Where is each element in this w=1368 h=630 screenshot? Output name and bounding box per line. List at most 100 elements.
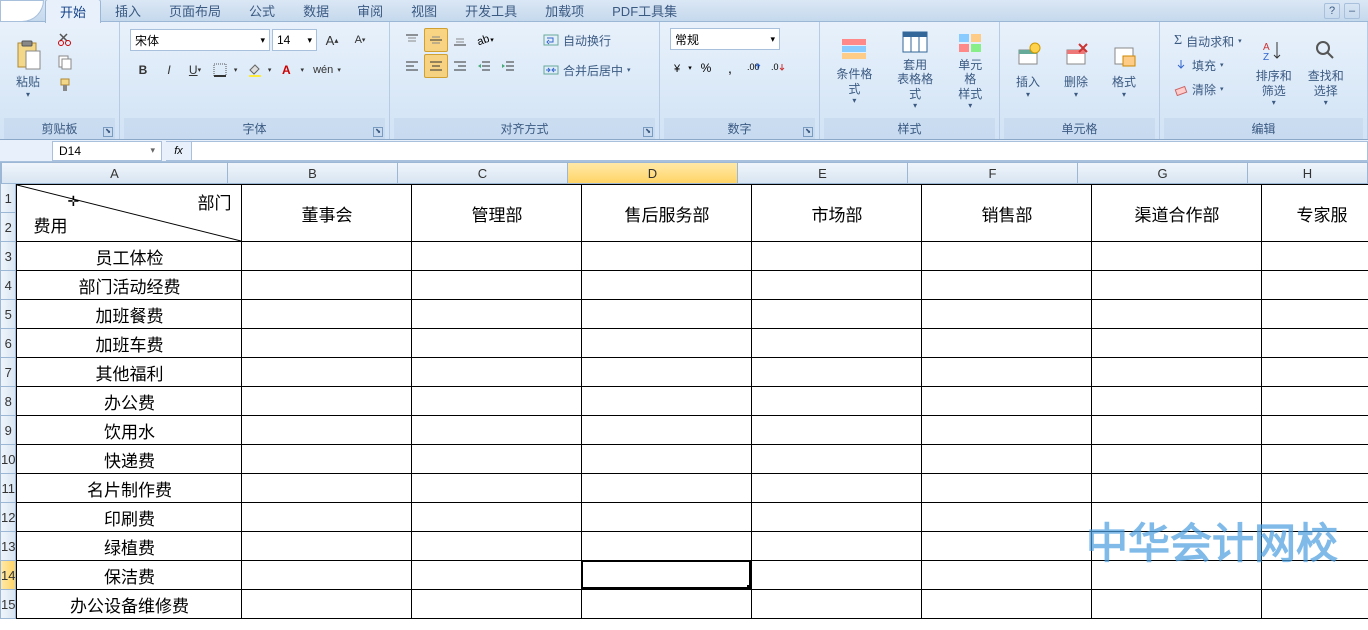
data-cell[interactable] xyxy=(1092,300,1262,329)
data-cell[interactable] xyxy=(1262,561,1368,590)
decrease-indent-button[interactable] xyxy=(472,54,496,78)
data-cell[interactable] xyxy=(1262,474,1368,503)
data-cell[interactable] xyxy=(1262,590,1368,619)
dept-header-cell[interactable]: 销售部 xyxy=(922,184,1092,242)
row-header-3[interactable]: 3 xyxy=(0,242,16,271)
data-cell[interactable] xyxy=(1092,387,1262,416)
row-header-2[interactable]: 2 xyxy=(0,213,16,242)
data-cell[interactable] xyxy=(582,445,752,474)
data-cell[interactable] xyxy=(582,300,752,329)
row-header-6[interactable]: 6 xyxy=(0,329,16,358)
data-cell[interactable] xyxy=(1262,416,1368,445)
align-middle-button[interactable] xyxy=(424,28,448,52)
data-cell[interactable] xyxy=(412,416,582,445)
orientation-button[interactable]: ab▾ xyxy=(472,28,496,52)
data-cell[interactable] xyxy=(752,300,922,329)
data-cell[interactable] xyxy=(242,387,412,416)
find-select-button[interactable]: 查找和 选择▾ xyxy=(1302,28,1350,114)
dept-header-cell[interactable]: 董事会 xyxy=(242,184,412,242)
data-cell[interactable] xyxy=(1092,416,1262,445)
data-cell[interactable] xyxy=(922,445,1092,474)
data-cell[interactable] xyxy=(1262,532,1368,561)
dept-header-cell[interactable]: 专家服 xyxy=(1262,184,1368,242)
align-center-button[interactable] xyxy=(424,54,448,78)
data-cell[interactable] xyxy=(412,358,582,387)
data-cell[interactable] xyxy=(1092,503,1262,532)
percent-button[interactable]: % xyxy=(694,56,718,80)
data-cell[interactable] xyxy=(752,445,922,474)
data-cell[interactable] xyxy=(752,329,922,358)
data-cell[interactable] xyxy=(582,387,752,416)
dept-header-cell[interactable]: 售后服务部 xyxy=(582,184,752,242)
col-header-H[interactable]: H xyxy=(1248,162,1368,184)
data-cell[interactable] xyxy=(582,532,752,561)
data-cell[interactable] xyxy=(582,242,752,271)
data-cell[interactable] xyxy=(1262,271,1368,300)
decrease-font-button[interactable]: A▾ xyxy=(347,28,373,52)
data-cell[interactable] xyxy=(1092,358,1262,387)
data-cell[interactable] xyxy=(752,271,922,300)
increase-decimal-button[interactable]: .00 xyxy=(742,56,766,80)
data-cell[interactable] xyxy=(1092,271,1262,300)
name-box[interactable]: D14▾ xyxy=(52,141,162,161)
data-cell[interactable] xyxy=(1262,503,1368,532)
data-cell[interactable] xyxy=(1092,329,1262,358)
data-cell[interactable] xyxy=(1092,561,1262,590)
data-cell[interactable] xyxy=(412,387,582,416)
data-cell[interactable] xyxy=(582,474,752,503)
font-color-button[interactable]: A▾ xyxy=(276,58,310,82)
data-cell[interactable] xyxy=(242,590,412,619)
row-label-cell[interactable]: 绿植费 xyxy=(16,532,242,561)
data-cell[interactable] xyxy=(1092,532,1262,561)
data-cell[interactable] xyxy=(1262,242,1368,271)
italic-button[interactable]: I xyxy=(156,58,182,82)
row-label-cell[interactable]: 保洁费 xyxy=(16,561,242,590)
data-cell[interactable] xyxy=(752,532,922,561)
row-header-12[interactable]: 12 xyxy=(0,503,16,532)
data-cell[interactable] xyxy=(582,561,752,590)
comma-button[interactable]: , xyxy=(718,56,742,80)
col-header-E[interactable]: E xyxy=(738,162,908,184)
data-cell[interactable] xyxy=(752,387,922,416)
data-cell[interactable] xyxy=(242,271,412,300)
data-cell[interactable] xyxy=(412,532,582,561)
formula-input[interactable] xyxy=(192,141,1368,161)
data-cell[interactable] xyxy=(242,474,412,503)
dept-header-cell[interactable]: 管理部 xyxy=(412,184,582,242)
data-cell[interactable] xyxy=(582,590,752,619)
phonetic-button[interactable]: wén▾ xyxy=(310,58,344,82)
bold-button[interactable]: B xyxy=(130,58,156,82)
row-label-cell[interactable]: 加班餐费 xyxy=(16,300,242,329)
font-size-combo[interactable]: 14▾ xyxy=(272,29,317,51)
row-header-15[interactable]: 15 xyxy=(0,590,16,619)
alignment-dialog-launcher[interactable]: ⬊ xyxy=(643,127,653,137)
data-cell[interactable] xyxy=(752,590,922,619)
tab-home[interactable]: 开始 xyxy=(45,0,101,23)
clipboard-dialog-launcher[interactable]: ⬊ xyxy=(103,127,113,137)
row-label-cell[interactable]: 办公设备维修费 xyxy=(16,590,242,619)
data-cell[interactable] xyxy=(412,590,582,619)
data-cell[interactable] xyxy=(412,561,582,590)
diagonal-header-cell[interactable]: ✛部门费用 xyxy=(16,184,242,242)
row-header-8[interactable]: 8 xyxy=(0,387,16,416)
fx-button[interactable]: fx xyxy=(166,141,192,161)
data-cell[interactable] xyxy=(752,503,922,532)
insert-cells-button[interactable]: 插入▾ xyxy=(1006,26,1050,112)
format-cells-button[interactable]: 格式▾ xyxy=(1102,26,1146,112)
row-header-4[interactable]: 4 xyxy=(0,271,16,300)
align-top-button[interactable] xyxy=(400,28,424,52)
wrap-text-button[interactable]: 自动换行 xyxy=(537,28,637,52)
data-cell[interactable] xyxy=(922,590,1092,619)
tab-dev[interactable]: 开发工具 xyxy=(451,0,531,22)
data-cell[interactable] xyxy=(242,358,412,387)
data-cell[interactable] xyxy=(582,358,752,387)
row-label-cell[interactable]: 快递费 xyxy=(16,445,242,474)
dept-header-cell[interactable]: 渠道合作部 xyxy=(1092,184,1262,242)
delete-cells-button[interactable]: 删除▾ xyxy=(1054,26,1098,112)
increase-font-button[interactable]: A▴ xyxy=(319,28,345,52)
number-format-combo[interactable]: 常规▾ xyxy=(670,28,780,50)
data-cell[interactable] xyxy=(922,300,1092,329)
data-cell[interactable] xyxy=(752,561,922,590)
data-cell[interactable] xyxy=(582,271,752,300)
data-cell[interactable] xyxy=(242,532,412,561)
